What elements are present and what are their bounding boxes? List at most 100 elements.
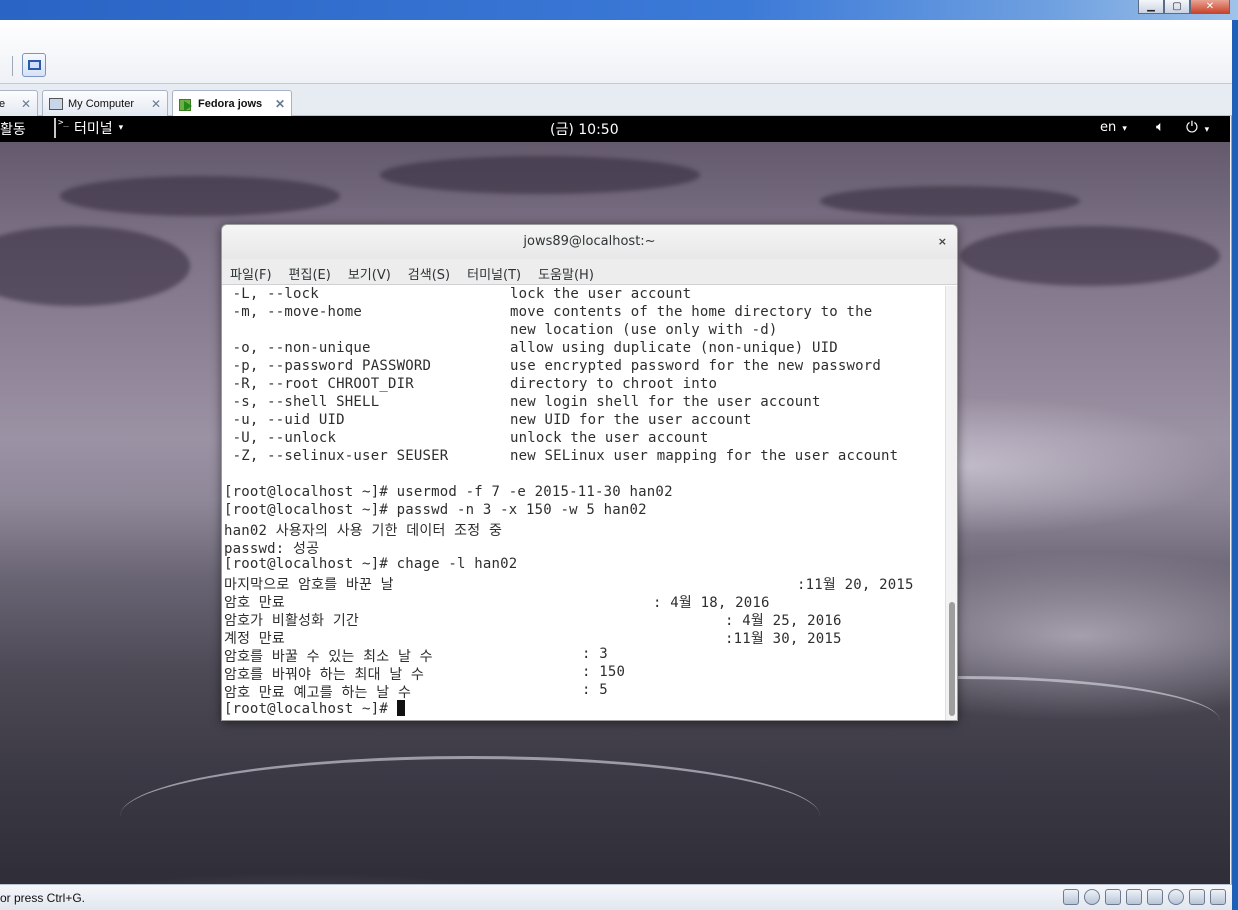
maximize-button[interactable]: ▢: [1164, 0, 1190, 14]
wallpaper-cloud: [60, 176, 340, 216]
wallpaper-cloud: [820, 186, 1080, 216]
vm-play-icon: [179, 98, 193, 111]
help-line: -s, --shell SHELL new login shell for the…: [224, 394, 821, 412]
menu-help[interactable]: 도움말(H): [538, 259, 602, 284]
tab-label: Fedora jows: [198, 98, 263, 110]
clock[interactable]: (금) 10:50: [550, 119, 619, 139]
menu-view[interactable]: 보기(V): [348, 259, 399, 284]
option-text: -L, --lock: [224, 286, 319, 302]
volume-muted-icon[interactable]: 🔈︎: [1156, 119, 1164, 135]
option-desc: new login shell for the user account: [510, 394, 821, 410]
host-toolbar: [0, 20, 1232, 84]
hard-disk-icon[interactable]: [1063, 889, 1079, 905]
option-desc: new SELinux user mapping for the user ac…: [510, 448, 899, 464]
chevron-down-icon: ▾: [1204, 125, 1210, 135]
printer-icon[interactable]: [1147, 889, 1163, 905]
host-titlebar: ▁ ▢ ✕: [0, 0, 1238, 20]
power-icon[interactable]: ⏻ ▾: [1186, 118, 1209, 136]
window-controls: ▁ ▢ ✕: [1138, 0, 1230, 14]
option-text: -u, --uid UID: [224, 412, 345, 428]
minimize-button[interactable]: ▁: [1138, 0, 1164, 14]
chage-row: 암호를 바꿔야 하는 최대 날 수: 150: [224, 664, 625, 683]
output-line: han02 사용자의 사용 기한 데이터 조정 중: [224, 523, 503, 539]
wallpaper-cloud: [0, 226, 190, 306]
wallpaper-wave: [120, 756, 820, 876]
activities-button[interactable]: 활동: [0, 119, 26, 139]
option-desc: move contents of the home directory to t…: [510, 304, 873, 320]
status-hint: or press Ctrl+G.: [0, 891, 86, 905]
guest-display[interactable]: 활동 >_ 터미널 ▾ (금) 10:50 en ▾ 🔈︎ ⏻ ▾ jows89…: [0, 116, 1230, 884]
option-text: -Z, --selinux-user SEUSER: [224, 448, 449, 464]
chage-label: 계정 만료: [224, 631, 285, 647]
toolbar-separator: [12, 56, 13, 76]
prompt-line[interactable]: [root@localhost ~]#: [224, 700, 405, 718]
menu-terminal[interactable]: 터미널(T): [467, 259, 529, 284]
option-text: -p, --password PASSWORD: [224, 358, 432, 374]
option-text: -U, --unlock: [224, 430, 337, 446]
chage-row: 마지막으로 암호를 바꾼 날 :11월 20, 2015: [224, 574, 913, 593]
chage-value: :11월 20, 2015: [797, 577, 914, 593]
wallpaper-cloud: [380, 156, 700, 194]
close-icon[interactable]: ×: [938, 225, 947, 259]
terminal-icon: >_: [54, 118, 69, 138]
option-text: -o, --non-unique: [224, 340, 371, 356]
chevron-down-icon: ▾: [118, 123, 124, 133]
tab-close-icon[interactable]: ✕: [21, 97, 31, 111]
prompt: [root@localhost ~]#: [224, 701, 397, 717]
chage-label: 암호를 바꿔야 하는 최대 날 수: [224, 667, 425, 683]
close-window-button[interactable]: ✕: [1190, 0, 1230, 14]
app-menu[interactable]: >_ 터미널 ▾: [54, 118, 123, 138]
option-desc: new location (use only with -d): [510, 322, 778, 338]
option-desc: use encrypted password for the new passw…: [510, 358, 882, 374]
tab-my-computer[interactable]: My Computer ✕: [42, 90, 168, 116]
input-language[interactable]: en ▾: [1100, 120, 1127, 135]
message-icon[interactable]: [1189, 889, 1205, 905]
computer-icon: [49, 97, 63, 110]
fullscreen-button[interactable]: [22, 53, 46, 77]
terminal-menubar: 파일(F) 편집(E) 보기(V) 검색(S) 터미널(T) 도움말(H): [222, 259, 957, 285]
tab-label: My Computer: [68, 97, 135, 110]
usb-icon[interactable]: [1126, 889, 1142, 905]
chage-row: 암호를 바꿀 수 있는 최소 날 수: 3: [224, 646, 608, 665]
menu-search[interactable]: 검색(S): [408, 259, 458, 284]
terminal-window[interactable]: jows89@localhost:~ × 파일(F) 편집(E) 보기(V) 검…: [221, 224, 958, 721]
terminal-titlebar[interactable]: jows89@localhost:~ ×: [222, 225, 957, 259]
option-desc: directory to chroot into: [510, 376, 718, 392]
chage-label: 암호가 비활성화 기간: [224, 613, 359, 629]
terminal-scrollbar[interactable]: [945, 286, 957, 720]
chage-label: 마지막으로 암호를 바꾼 날: [224, 577, 394, 593]
chage-value: : 5: [582, 682, 608, 698]
help-line: -m, --move-home move contents of the home…: [224, 304, 873, 322]
help-line: -Z, --selinux-user SEUSER new SELinux use…: [224, 448, 898, 466]
chage-value: : 4월 18, 2016: [653, 595, 770, 611]
display-icon[interactable]: [1210, 889, 1226, 905]
menu-edit[interactable]: 편집(E): [289, 259, 339, 284]
app-menu-label: 터미널: [74, 121, 113, 137]
host-statusbar: or press Ctrl+G.: [0, 884, 1232, 910]
tab-home[interactable]: e ✕: [0, 90, 38, 116]
window-title: jows89@localhost:~: [523, 234, 656, 249]
wallpaper-cloud: [960, 226, 1220, 286]
tab-close-icon[interactable]: ✕: [275, 97, 285, 111]
chage-value: : 4월 25, 2016: [725, 613, 842, 629]
command-line: [root@localhost ~]# usermod -f 7 -e 2015…: [224, 484, 673, 500]
sound-icon[interactable]: [1168, 889, 1184, 905]
chage-label: 암호를 바꿀 수 있는 최소 날 수: [224, 649, 433, 665]
tab-fedora-jows[interactable]: Fedora jows ✕: [172, 90, 292, 117]
option-text: -R, --root CHROOT_DIR: [224, 376, 414, 392]
tab-label: e: [0, 97, 6, 110]
help-line: -u, --uid UID new UID for the user accoun…: [224, 412, 752, 430]
cd-drive-icon[interactable]: [1084, 889, 1100, 905]
menu-file[interactable]: 파일(F): [230, 259, 280, 284]
option-desc: lock the user account: [510, 286, 692, 302]
option-text: -m, --move-home: [224, 304, 363, 320]
option-desc: allow using duplicate (non-unique) UID: [510, 340, 838, 356]
network-icon[interactable]: [1105, 889, 1121, 905]
scrollbar-thumb[interactable]: [949, 602, 955, 716]
help-line: -R, --root CHROOT_DIR directory to chroot…: [224, 376, 717, 394]
chage-label: 암호 만료: [224, 595, 285, 611]
terminal-output[interactable]: -L, --lock lock the user account -m, --mo…: [222, 286, 944, 720]
tab-close-icon[interactable]: ✕: [151, 97, 161, 111]
text-cursor: [396, 700, 405, 716]
device-icons: [1063, 889, 1226, 905]
